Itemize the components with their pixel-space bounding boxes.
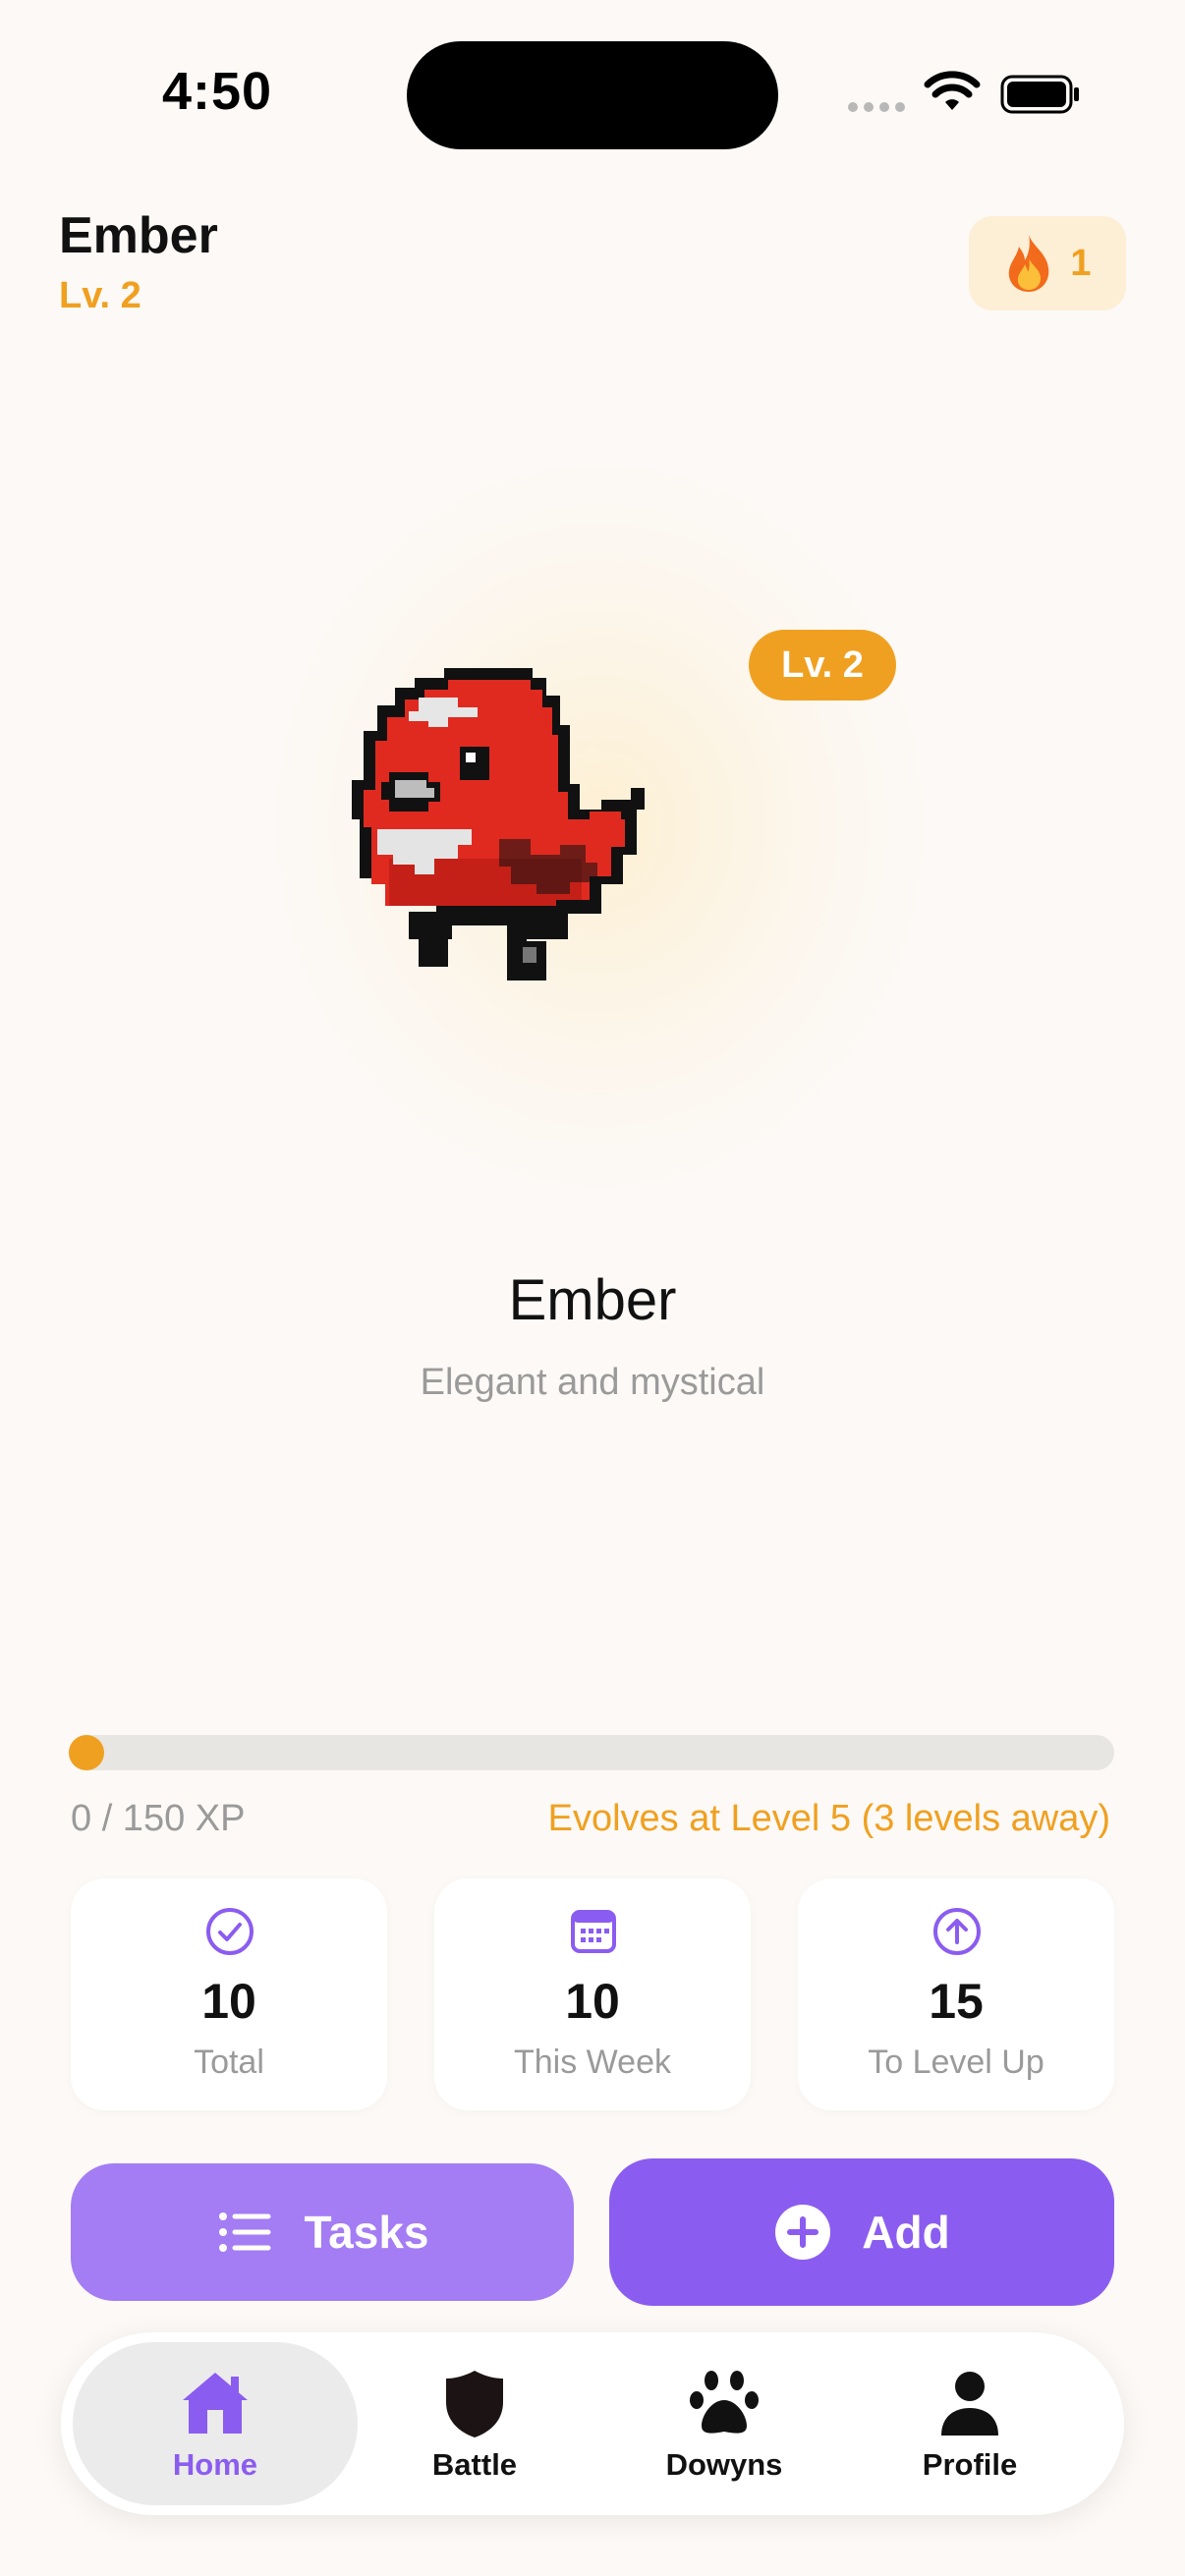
wifi-icon — [924, 71, 981, 110]
status-time: 4:50 — [162, 62, 273, 121]
xp-progress-bar — [69, 1735, 1114, 1770]
paw-icon — [690, 2371, 759, 2434]
hero-pet-name: Ember — [508, 1268, 677, 1332]
stat-label: To Level Up — [868, 2044, 1044, 2081]
evolve-label: Evolves at Level 5 (3 levels away) — [547, 1798, 1110, 1839]
stat-value: 10 — [201, 1974, 256, 2029]
check-circle-icon — [206, 1908, 254, 1955]
battery-icon — [1000, 75, 1079, 114]
cellular-signal-icon — [848, 102, 905, 112]
fire-icon — [1009, 235, 1049, 292]
add-button[interactable]: Add — [609, 2158, 1114, 2306]
xp-label: 0 / 150 XP — [71, 1798, 246, 1839]
header-pet-level: Lv. 2 — [59, 275, 141, 316]
pet-sprite[interactable] — [350, 662, 835, 1203]
home-screen: 4:50 Ember Lv. 2 1 Lv. 2 Ember Elegant a… — [0, 0, 1185, 2576]
list-icon — [219, 2212, 271, 2252]
tab-profile[interactable]: Profile — [827, 2342, 1112, 2505]
stat-card-this-week: 10 This Week — [434, 1878, 751, 2110]
tab-battle[interactable]: Battle — [332, 2342, 617, 2505]
xp-progress-fill — [69, 1735, 104, 1770]
tab-home[interactable]: Home — [73, 2342, 358, 2505]
stat-label: Total — [194, 2044, 264, 2081]
tab-dowyns[interactable]: Dowyns — [582, 2342, 867, 2505]
streak-count: 1 — [1070, 242, 1092, 284]
tab-bar: Home Battle Dowyns Profile — [61, 2332, 1124, 2515]
shield-icon — [446, 2371, 503, 2437]
stat-card-to-level-up: 15 To Level Up — [798, 1878, 1114, 2110]
tab-label: Home — [172, 2447, 258, 2482]
tasks-button-label: Tasks — [304, 2207, 429, 2258]
person-icon — [941, 2372, 998, 2436]
stat-card-total: 10 Total — [71, 1878, 387, 2110]
tasks-button[interactable]: Tasks — [71, 2163, 574, 2301]
stat-value: 10 — [565, 1974, 620, 2029]
plus-circle-icon — [775, 2205, 831, 2260]
tab-label: Battle — [431, 2447, 518, 2482]
header-pet-name: Ember — [59, 207, 218, 264]
dynamic-island — [407, 41, 778, 149]
hero-level-badge: Lv. 2 — [749, 630, 896, 700]
home-icon — [183, 2373, 248, 2434]
stat-value: 15 — [929, 1974, 984, 2029]
hero-pet-description: Elegant and mystical — [420, 1362, 765, 1403]
tab-label: Profile — [922, 2447, 1018, 2482]
add-button-label: Add — [862, 2207, 950, 2258]
streak-badge[interactable]: 1 — [969, 216, 1126, 310]
calendar-icon — [571, 1910, 616, 1953]
stat-label: This Week — [514, 2044, 671, 2081]
arrow-up-circle-icon — [933, 1908, 981, 1955]
tab-label: Dowyns — [665, 2447, 783, 2482]
